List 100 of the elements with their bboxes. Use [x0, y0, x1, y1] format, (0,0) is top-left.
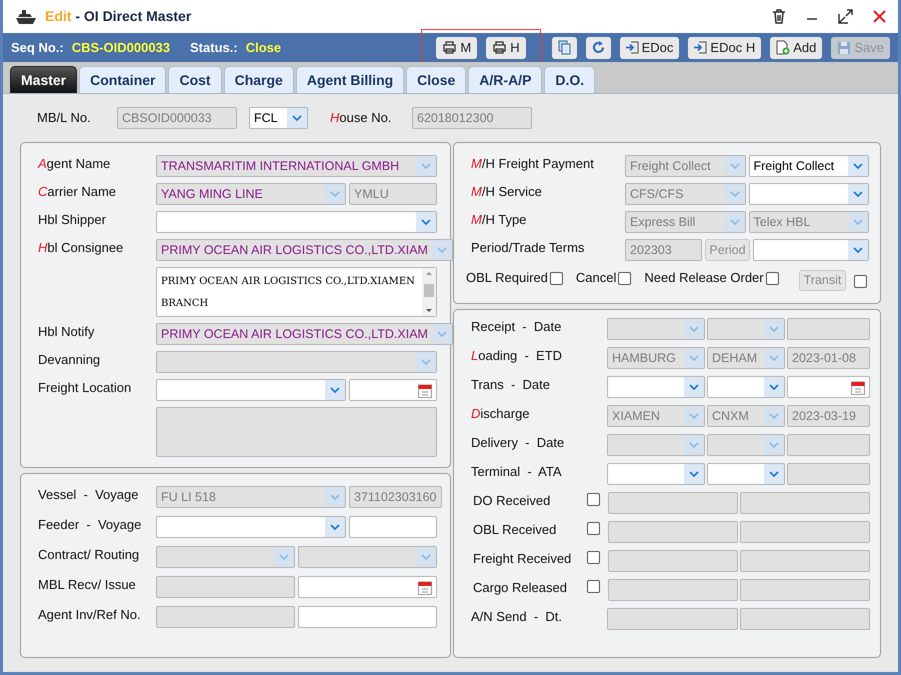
checkbox[interactable]	[587, 551, 600, 564]
checkbox[interactable]	[587, 493, 600, 506]
add-document-icon	[776, 40, 790, 55]
checkbox[interactable]	[854, 274, 868, 288]
dropdown[interactable]	[707, 463, 785, 485]
checkbox-label: OBL Required	[466, 269, 548, 288]
text-area[interactable]: PRIMY OCEAN AIR LOGISTICS CO.,LTD.XIAMEN BRANCH	[156, 267, 437, 317]
checkbox[interactable]	[618, 272, 632, 285]
field-label: Freight Location	[38, 379, 132, 397]
field-label: Trans - Date	[471, 376, 551, 394]
dropdown[interactable]	[748, 183, 869, 205]
chevron-down-icon	[330, 524, 340, 530]
field-label: Delivery - Date	[471, 434, 566, 452]
chevron-down-icon	[853, 162, 863, 170]
field-label: M/H Type	[471, 211, 528, 229]
chevron-down-icon	[689, 470, 699, 478]
checkbox[interactable]	[587, 580, 600, 593]
field-label: MBL Recv/ Issue	[38, 576, 137, 594]
scrollbar-icon	[422, 268, 436, 316]
field-label: Carrier Name	[38, 183, 118, 201]
tab[interactable]: Charge	[224, 66, 294, 93]
toolbar-button[interactable]	[552, 36, 577, 58]
dropdown[interactable]	[156, 379, 346, 401]
checkbox[interactable]	[587, 522, 600, 535]
chevron-down-icon	[689, 326, 699, 332]
input-field[interactable]	[349, 516, 437, 538]
tab[interactable]: Master	[10, 66, 78, 93]
chevron-down-icon	[689, 354, 699, 362]
chevron-down-icon	[689, 442, 699, 448]
toolbar-button[interactable]: H	[486, 36, 526, 58]
window-title: Edit - OI Direct Master	[45, 7, 192, 26]
toolbar-button[interactable]: EDoc H	[688, 36, 762, 58]
field-label: Agent Inv/Ref No.	[38, 606, 142, 624]
field-label: Feeder - Voyage	[38, 516, 142, 534]
toolbar-button[interactable]: Add	[770, 36, 822, 58]
calendar-icon	[851, 380, 865, 394]
field-label: DO Received	[473, 492, 552, 510]
dropdown[interactable]	[156, 516, 346, 538]
tab[interactable]: Cost	[168, 66, 222, 93]
calendar-icon	[418, 382, 432, 398]
chevron-down-icon	[330, 494, 340, 500]
trash-icon[interactable]	[772, 9, 786, 24]
field-label: M/H Service	[471, 183, 543, 201]
chevron-down-icon	[689, 412, 699, 420]
tab[interactable]: D.O.	[544, 66, 596, 93]
dropdown[interactable]: FCL	[249, 107, 308, 129]
input-field[interactable]	[298, 606, 437, 628]
field-label: Loading - ETD	[471, 347, 564, 365]
status-label: Status.:	[190, 38, 238, 57]
chevron-down-icon	[769, 354, 779, 362]
chevron-down-icon	[769, 384, 779, 390]
field-label: Devanning	[38, 351, 102, 369]
tab[interactable]: A/R-A/P	[468, 66, 542, 93]
chevron-down-icon	[769, 412, 779, 420]
toolbar-button[interactable]: M	[436, 36, 478, 58]
tab[interactable]: Agent Billing	[296, 66, 404, 93]
dropdown[interactable]	[156, 211, 437, 233]
field-label: Agent Name	[38, 155, 112, 173]
seq-value: CBS-OID000033	[72, 38, 170, 57]
chevron-down-icon	[421, 162, 431, 170]
chevron-down-icon	[330, 386, 340, 394]
tab[interactable]: Close	[406, 66, 466, 93]
field-label: Discharge	[471, 405, 531, 423]
field-label: Cargo Released	[473, 579, 568, 597]
date-field[interactable]	[349, 379, 437, 401]
import-icon	[626, 41, 639, 54]
checkbox-label: Need Release Order	[644, 269, 764, 288]
dropdown[interactable]	[707, 376, 785, 398]
seq-label: Seq No.:	[11, 38, 64, 57]
dropdown[interactable]	[607, 463, 705, 485]
field-label: A/N Send - Dt.	[471, 608, 564, 626]
field-label: Hbl Notify	[38, 323, 96, 341]
toolbar-button[interactable]	[586, 36, 611, 58]
date-field[interactable]	[787, 376, 870, 398]
field-label: Freight Received	[473, 550, 572, 568]
dropdown[interactable]	[753, 239, 869, 261]
field-label: Terminal - ATA	[471, 463, 563, 481]
date-field[interactable]	[298, 576, 437, 598]
chevron-down-icon	[436, 330, 447, 338]
checkbox[interactable]	[550, 272, 563, 285]
chevron-down-icon	[421, 554, 431, 560]
field-label: OBL Received	[473, 521, 558, 539]
tab[interactable]: Container	[79, 66, 166, 93]
dropdown[interactable]	[607, 376, 705, 398]
chevron-down-icon	[330, 190, 340, 198]
chevron-down-icon	[853, 190, 863, 198]
checkbox[interactable]	[766, 272, 779, 285]
ship-icon	[15, 8, 37, 26]
chevron-down-icon	[769, 442, 779, 448]
chevron-down-icon	[730, 162, 740, 170]
chevron-down-icon	[853, 246, 863, 254]
calendar-icon	[418, 580, 432, 594]
checkbox-label: Cancel	[576, 269, 616, 288]
close-icon[interactable]	[873, 10, 886, 23]
copy-icon	[558, 40, 571, 55]
printer-icon	[442, 41, 458, 54]
maximize-icon[interactable]	[838, 9, 853, 24]
chevron-down-icon	[769, 470, 779, 478]
toolbar-button[interactable]: EDoc	[620, 36, 680, 58]
dropdown[interactable]: Freight Collect	[748, 155, 869, 177]
